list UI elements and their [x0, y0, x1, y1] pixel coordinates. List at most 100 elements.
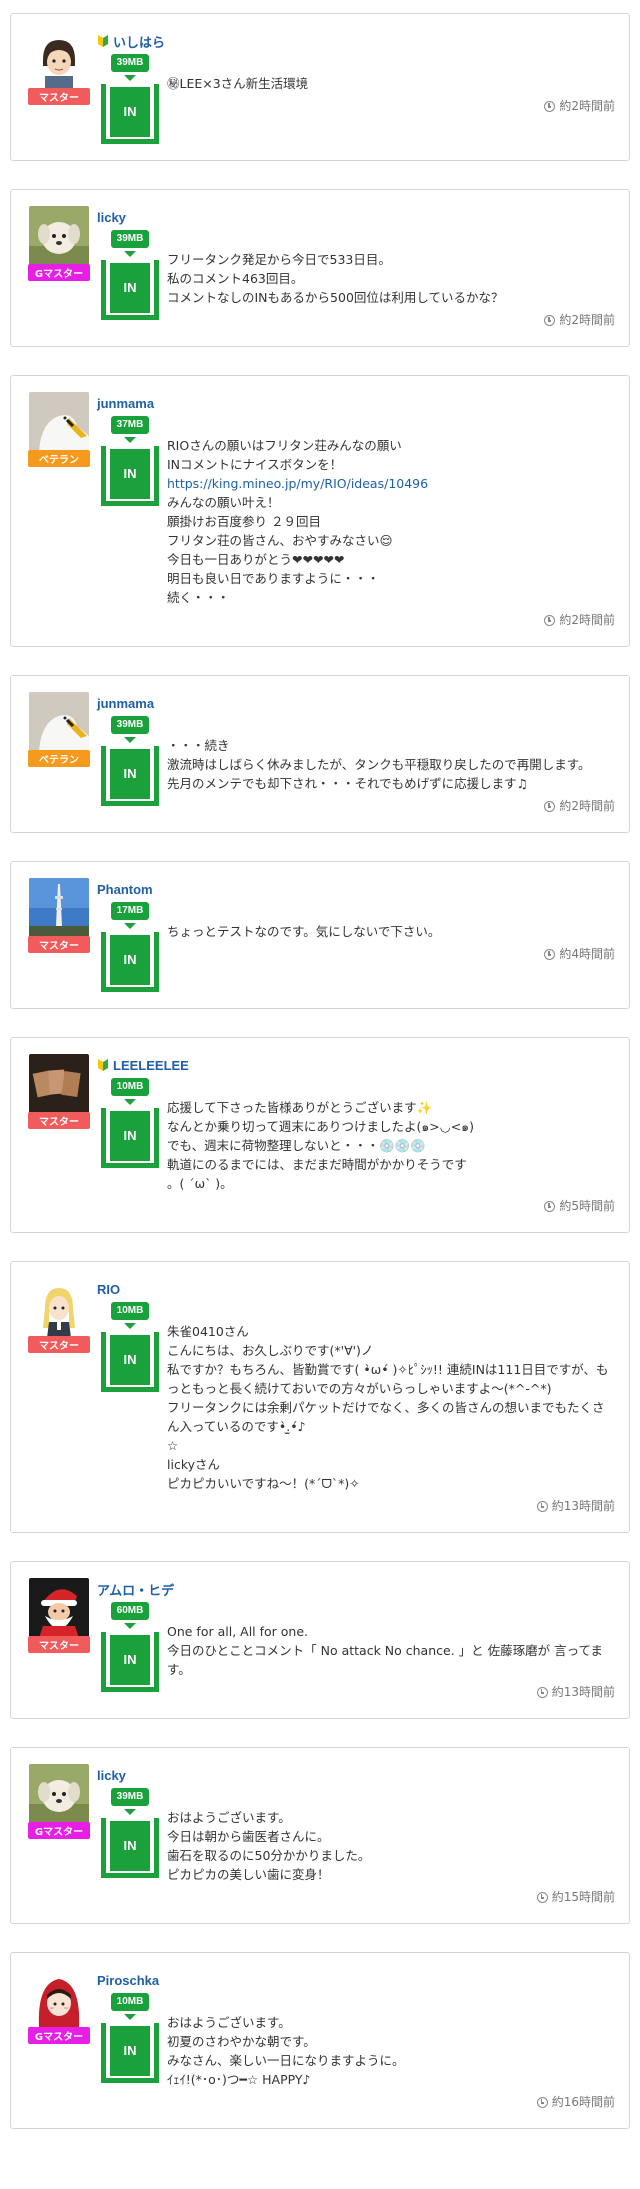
clock-icon [544, 101, 556, 112]
data-amount-label: 39MB [110, 54, 150, 72]
avatar[interactable] [29, 392, 89, 452]
comment-line: ☆ [167, 1438, 179, 1453]
timestamp-text: 約2時間前 [559, 799, 615, 813]
username-row: junmama [97, 692, 615, 714]
timestamp: 約2時間前 [167, 797, 615, 816]
comment-line: 歯石を取るのに50分かかりました。 [167, 1848, 371, 1863]
avatar[interactable] [29, 878, 89, 938]
post-card: マスター RIO 10MB IN 朱雀0410さん こんにちは、お久しぶりです(*'∀')… [10, 1261, 630, 1533]
rank-badge: ベテラン [28, 450, 90, 467]
comment-line: なんとか乗り切って週末にありつけましたよ(๑>◡<๑) [167, 1119, 474, 1134]
down-arrow-icon [124, 1323, 136, 1329]
beginner-leaf-icon [97, 34, 113, 48]
comment-line: フリータンク発足から今日で533日目。 [167, 252, 391, 267]
post-author-column: Gマスター [27, 206, 91, 330]
post-body-row: 39MB IN おはようございます。 今日は朝から歯医者さんに。 歯石を取るのに50分か… [97, 1788, 615, 1907]
timestamp-text: 約13時間前 [551, 1499, 615, 1513]
post-content-column: LEELEELEE 10MB IN 応援して下さった皆様ありがとうございます✨ なんとか… [91, 1054, 615, 1216]
username-link[interactable]: junmama [97, 696, 154, 711]
username-row: RIO [97, 1278, 615, 1300]
rank-badge: Gマスター [28, 264, 90, 281]
comment-line: 今日も一日ありがとう❤❤❤❤❤ [167, 552, 345, 567]
comment-link[interactable]: https://king.mineo.jp/my/RIO/ideas/10496 [167, 474, 615, 493]
comment-line: 願掛けお百度参り ２９回目 [167, 514, 321, 529]
comment-line: みんなの願い叶え！ [167, 495, 280, 510]
comment-line: 私ですか？もちろん、皆勤賞です( •̀ω•́ )✧ﾋﾟｼｯ!! 連続INは111… [167, 1362, 609, 1396]
tank-comment-feed: マスター いしはら 39MB IN ㊙LEE×3さん新生活環境 約2時間前 Gマスター lic… [0, 0, 640, 2129]
down-arrow-icon [124, 1099, 136, 1105]
comment-line: みなさん、楽しい一日になりますように。 [167, 2053, 405, 2068]
comment-line: でも、週末に荷物整理しないと・・・💿💿💿 [167, 1138, 426, 1153]
data-amount-label: 10MB [110, 1078, 150, 1096]
comment-line: 続く・・・ [167, 590, 230, 605]
avatar[interactable] [29, 1278, 89, 1338]
data-amount-label: 60MB [110, 1602, 150, 1620]
username-link[interactable]: アムロ・ヒデ [97, 1580, 174, 1599]
username-link[interactable]: licky [97, 1768, 126, 1783]
post-author-column: マスター [27, 30, 91, 144]
tank-in-label: IN [110, 934, 150, 985]
timestamp-text: 約2時間前 [559, 99, 615, 113]
post-author-column: Gマスター [27, 1969, 91, 2112]
post-content-column: licky 39MB IN おはようございます。 今日は朝から歯医者さんに。 歯石を取るの… [91, 1764, 615, 1907]
beginner-leaf-icon [97, 1058, 113, 1072]
down-arrow-icon [124, 1809, 136, 1815]
tank-in-label: IN [110, 1110, 150, 1161]
post-content-column: Piroschka 10MB IN おはようございます。 初夏のさわやかな朝です。 みなさ… [91, 1969, 615, 2112]
data-amount-label: 39MB [110, 1788, 150, 1806]
tank-icon: IN [101, 2023, 159, 2083]
comment-line: ピカピカの美しい歯に変身！ [167, 1867, 330, 1882]
comment-line: コメントなしのINもあるから500回位は利用しているかな？ [167, 290, 504, 305]
comment-line: 私のコメント463回目。 [167, 271, 304, 286]
username-link[interactable]: Phantom [97, 882, 153, 897]
comment-text: RIOさんの願いはフリタン荘みんなの願い INコメントにナイスボタンを！ https… [163, 416, 615, 630]
data-amount-label: 37MB [110, 416, 150, 434]
avatar[interactable] [29, 692, 89, 752]
comment-line: 応援して下さった皆様ありがとうございます✨ [167, 1100, 433, 1115]
timestamp: 約2時間前 [167, 97, 615, 116]
tank-icon: IN [101, 84, 159, 144]
tank-indicator: 37MB IN [97, 416, 163, 630]
post-body-row: 37MB IN RIOさんの願いはフリタン荘みんなの願い INコメントにナイスボタンを… [97, 416, 615, 630]
tank-indicator: 39MB IN [97, 1788, 163, 1907]
comment-line: lickyさん [167, 1457, 221, 1472]
clock-icon [536, 1892, 548, 1903]
avatar[interactable] [29, 1578, 89, 1638]
clock-icon [544, 615, 556, 626]
clock-icon [544, 949, 556, 960]
post-body-row: 10MB IN 朱雀0410さん こんにちは、お久しぶりです(*'∀')ノ 私ですか？も… [97, 1302, 615, 1516]
comment-line: 朱雀0410さん [167, 1324, 249, 1339]
post-author-column: ベテラン [27, 692, 91, 816]
username-link[interactable]: licky [97, 210, 126, 225]
comment-line: ピカピカいいですね〜！(*´ᗜ`*)✧ [167, 1476, 360, 1491]
post-author-column: マスター [27, 1054, 91, 1216]
comment-text: フリータンク発足から今日で533日目。 私のコメント463回目。コメントなしのIN… [163, 230, 615, 330]
timestamp: 約13時間前 [167, 1497, 615, 1516]
avatar[interactable] [29, 1969, 89, 2029]
username-row: Phantom [97, 878, 615, 900]
username-link[interactable]: LEELEELEE [113, 1058, 189, 1073]
post-author-column: マスター [27, 1578, 91, 1702]
rank-badge: マスター [28, 1336, 90, 1353]
down-arrow-icon [124, 437, 136, 443]
username-row: Piroschka [97, 1969, 615, 1991]
avatar[interactable] [29, 30, 89, 90]
post-card: マスター いしはら 39MB IN ㊙LEE×3さん新生活環境 約2時間前 [10, 13, 630, 161]
username-link[interactable]: junmama [97, 396, 154, 411]
comment-text: ちょっとテストなのです。気にしないで下さい。 約4時間前 [163, 902, 615, 992]
avatar[interactable] [29, 1054, 89, 1114]
data-amount-label: 39MB [110, 716, 150, 734]
username-link[interactable]: RIO [97, 1282, 120, 1297]
tank-in-label: IN [110, 1634, 150, 1685]
avatar[interactable] [29, 1764, 89, 1824]
tank-icon: IN [101, 1632, 159, 1692]
comment-line: 軌道にのるまでには、まだまだ時間がかかりそうです [167, 1157, 467, 1172]
timestamp-text: 約2時間前 [559, 313, 615, 327]
tank-icon: IN [101, 932, 159, 992]
avatar[interactable] [29, 206, 89, 266]
username-link[interactable]: Piroschka [97, 1973, 159, 1988]
tank-in-label: IN [110, 448, 150, 499]
comment-text: おはようございます。 初夏のさわやかな朝です。 みなさん、楽しい一日になりますように… [163, 1993, 615, 2112]
username-link[interactable]: いしはら [113, 32, 165, 51]
comment-line: 先月のメンテでも却下され・・・それでもめげずに応援します♫ [167, 776, 528, 791]
